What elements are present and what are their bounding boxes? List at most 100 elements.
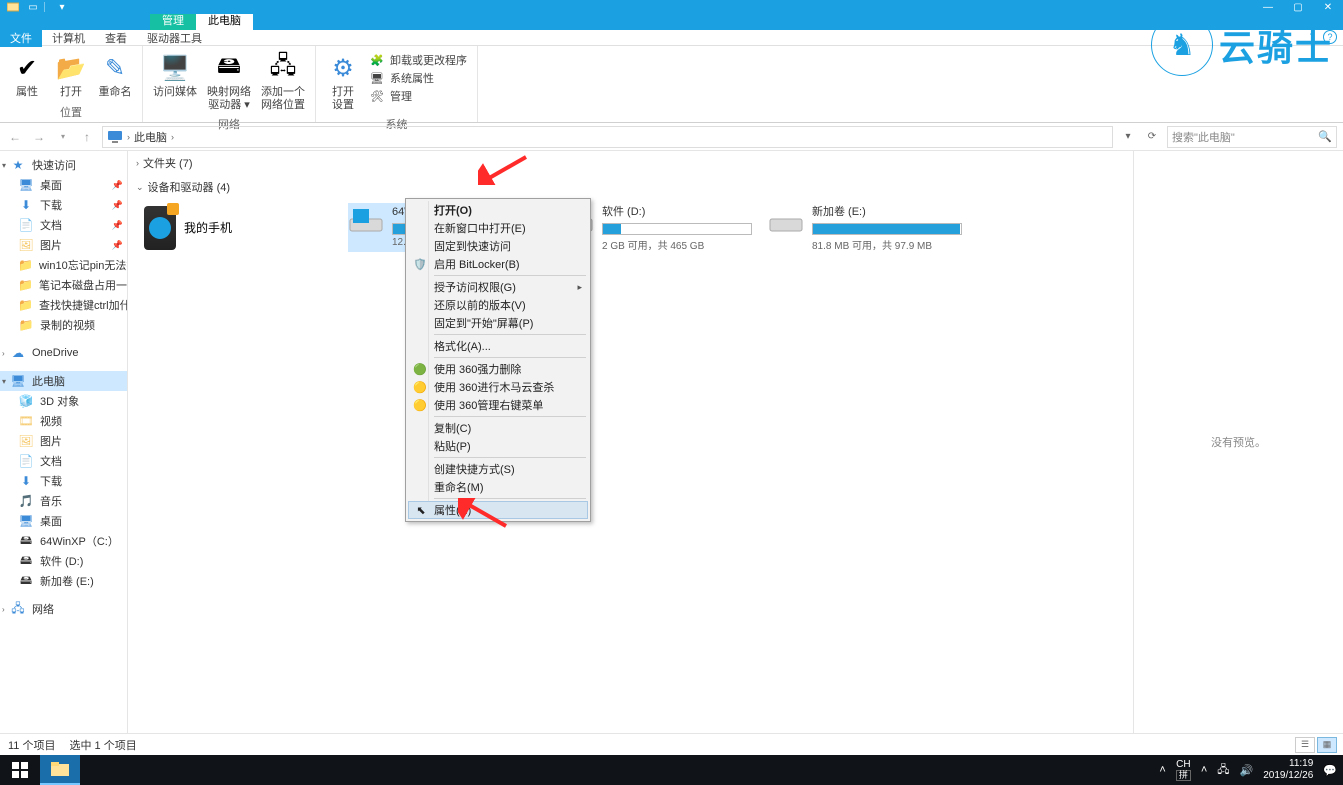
volume-icon[interactable]: 🔊: [1240, 764, 1254, 777]
chevron-right-icon[interactable]: ›: [127, 132, 130, 142]
ctx-paste[interactable]: 粘贴(P): [408, 437, 588, 455]
clock-date: 2019/12/26: [1263, 770, 1313, 782]
sidebar-drive-d[interactable]: 🖴软件 (D:): [0, 551, 127, 571]
network-icon[interactable]: 🖧: [1217, 761, 1229, 780]
drive-icon: [768, 205, 804, 235]
tab-file[interactable]: 文件: [0, 29, 42, 47]
windows-drive-icon: [348, 205, 384, 235]
sidebar-pictures[interactable]: 🖼图片📌: [0, 235, 127, 255]
tray-expand-icon[interactable]: ˄: [1159, 764, 1165, 776]
qat-dropdown-icon[interactable]: ▾: [55, 0, 69, 14]
notifications-icon[interactable]: 💬: [1323, 764, 1337, 777]
ime-lang[interactable]: CH: [1176, 759, 1191, 770]
ctx-restore-versions[interactable]: 还原以前的版本(V): [408, 296, 588, 314]
refresh-button[interactable]: ⟳: [1143, 131, 1161, 142]
sidebar-quick-access[interactable]: ▾★快速访问: [0, 155, 127, 175]
sidebar-videos[interactable]: 🎞视频: [0, 411, 127, 431]
address-dropdown[interactable]: ▾: [1119, 131, 1137, 142]
start-button[interactable]: [0, 755, 40, 785]
ribbon-add-location-button[interactable]: 🖧添加一个 网络位置: [257, 50, 309, 114]
sidebar-pictures-2[interactable]: 🖼图片: [0, 431, 127, 451]
sidebar-desktop-2[interactable]: 🖥桌面: [0, 511, 127, 531]
ctx-open[interactable]: 打开(O): [408, 201, 588, 219]
ribbon-media-button[interactable]: 🖥️访问媒体: [149, 50, 201, 114]
nav-recent-dropdown[interactable]: ▾: [54, 128, 72, 146]
sidebar-pinned-4[interactable]: 📁录制的视频: [0, 315, 127, 335]
sidebar-drive-e[interactable]: 🖴新加卷 (E:): [0, 571, 127, 591]
view-details-button[interactable]: ☰: [1295, 737, 1315, 753]
tab-computer[interactable]: 计算机: [42, 29, 95, 47]
sidebar-pinned-1[interactable]: 📁win10忘记pin无法打: [0, 255, 127, 275]
sidebar-this-pc[interactable]: ▾🖥此电脑: [0, 371, 127, 391]
ribbon-open-button[interactable]: 📂打开: [50, 50, 92, 102]
ribbon-manage-button[interactable]: 🛠管理: [370, 88, 467, 104]
ribbon-properties-button[interactable]: ✔属性: [6, 50, 48, 102]
taskbar-clock[interactable]: 11:19 2019/12/26: [1263, 758, 1313, 782]
ctx-pin-quick[interactable]: 固定到快速访问: [408, 237, 588, 255]
sidebar-music[interactable]: 🎵音乐: [0, 491, 127, 511]
sidebar-network[interactable]: ›🖧网络: [0, 599, 127, 619]
ctx-copy[interactable]: 复制(C): [408, 419, 588, 437]
shield-icon: 🛡️: [412, 256, 428, 272]
nav-up-button[interactable]: ↑: [78, 128, 96, 146]
ctx-360-menu[interactable]: 🟡使用 360管理右键菜单: [408, 396, 588, 414]
view-tiles-button[interactable]: ▦: [1317, 737, 1337, 753]
ctx-open-new-window[interactable]: 在新窗口中打开(E): [408, 219, 588, 237]
drive-e-label: 新加卷 (E:): [812, 203, 964, 219]
ctx-format[interactable]: 格式化(A)...: [408, 337, 588, 355]
device-phone[interactable]: 我的手机: [144, 203, 334, 252]
search-icon[interactable]: 🔍: [1318, 130, 1332, 143]
minimize-button[interactable]: —: [1253, 0, 1283, 14]
ribbon-rename-button[interactable]: ✎重命名: [94, 50, 136, 102]
drive-d-usage-bar: [602, 223, 752, 235]
sidebar-3d[interactable]: 🧊3D 对象: [0, 391, 127, 411]
tab-view[interactable]: 查看: [95, 29, 137, 47]
navigation-sidebar[interactable]: ▾★快速访问 🖥桌面📌 ⬇下载📌 📄文档📌 🖼图片📌 📁win10忘记pin无法…: [0, 151, 128, 733]
breadcrumb-this-pc[interactable]: 此电脑: [134, 129, 167, 145]
qat-properties-icon[interactable]: ▭: [26, 0, 40, 14]
nav-forward-button[interactable]: →: [30, 128, 48, 146]
drive-e[interactable]: 新加卷 (E:) 81.8 MB 可用，共 97.9 MB: [768, 203, 964, 252]
tab-drivetools[interactable]: 驱动器工具: [137, 29, 212, 47]
sidebar-downloads[interactable]: ⬇下载📌: [0, 195, 127, 215]
drive-d-info: 2 GB 可用，共 465 GB: [602, 237, 754, 252]
status-item-count: 11 个项目: [8, 737, 55, 753]
ribbon-uninstall-button[interactable]: 🧩卸载或更改程序: [370, 52, 467, 68]
section-folders[interactable]: ›文件夹 (7): [136, 151, 1125, 175]
ime-mode[interactable]: 拼: [1176, 770, 1191, 782]
close-button[interactable]: ✕: [1313, 0, 1343, 14]
ctx-pin-start[interactable]: 固定到"开始"屏幕(P): [408, 314, 588, 332]
system-tray[interactable]: ˄ CH 拼 ˄ 🖧 🔊 11:19 2019/12/26 💬: [1159, 758, 1337, 782]
annotation-arrow-bottom: [458, 498, 508, 528]
chevron-right-icon[interactable]: ›: [171, 132, 174, 142]
search-input[interactable]: 搜索"此电脑" 🔍: [1167, 126, 1337, 148]
content-area[interactable]: ›文件夹 (7) ⌄设备和驱动器 (4) 我的手机 64WinXP（C:） 12…: [128, 151, 1133, 733]
ribbon-map-drive-button[interactable]: 🖴映射网络 驱动器 ▾: [203, 50, 255, 114]
nav-back-button[interactable]: ←: [6, 128, 24, 146]
ribbon-sysprops-button[interactable]: 🖥系统属性: [370, 70, 467, 86]
taskbar-explorer[interactable]: [40, 755, 80, 785]
taskbar[interactable]: ˄ CH 拼 ˄ 🖧 🔊 11:19 2019/12/26 💬: [0, 755, 1343, 785]
sidebar-documents-2[interactable]: 📄文档: [0, 451, 127, 471]
ctx-bitlocker[interactable]: 🛡️启用 BitLocker(B): [408, 255, 588, 273]
sidebar-pinned-3[interactable]: 📁查找快捷键ctrl加什: [0, 295, 127, 315]
section-drives[interactable]: ⌄设备和驱动器 (4): [136, 175, 1125, 199]
ctx-rename[interactable]: 重命名(M): [408, 478, 588, 496]
drive-d-label: 软件 (D:): [602, 203, 754, 219]
breadcrumb[interactable]: › 此电脑 ›: [102, 126, 1113, 148]
sidebar-desktop[interactable]: 🖥桌面📌: [0, 175, 127, 195]
ctx-360-scan[interactable]: 🟡使用 360进行木马云查杀: [408, 378, 588, 396]
ctx-grant-access[interactable]: 授予访问权限(G)▸: [408, 278, 588, 296]
sidebar-pinned-2[interactable]: 📁笔记本磁盘占用一直: [0, 275, 127, 295]
sidebar-documents[interactable]: 📄文档📌: [0, 215, 127, 235]
maximize-button[interactable]: ▢: [1283, 0, 1313, 14]
tray-up-icon[interactable]: ˄: [1201, 764, 1207, 776]
sidebar-onedrive[interactable]: ›☁OneDrive: [0, 343, 127, 363]
drive-e-usage-bar: [812, 223, 962, 235]
preview-pane: 没有预览。: [1133, 151, 1343, 733]
ctx-create-shortcut[interactable]: 创建快捷方式(S): [408, 460, 588, 478]
sidebar-drive-c[interactable]: 🖴64WinXP（C:）: [0, 531, 127, 551]
ctx-360-delete[interactable]: 🟢使用 360强力删除: [408, 360, 588, 378]
ribbon-open-settings-button[interactable]: ⚙打开 设置: [322, 50, 364, 114]
sidebar-downloads-2[interactable]: ⬇下载: [0, 471, 127, 491]
